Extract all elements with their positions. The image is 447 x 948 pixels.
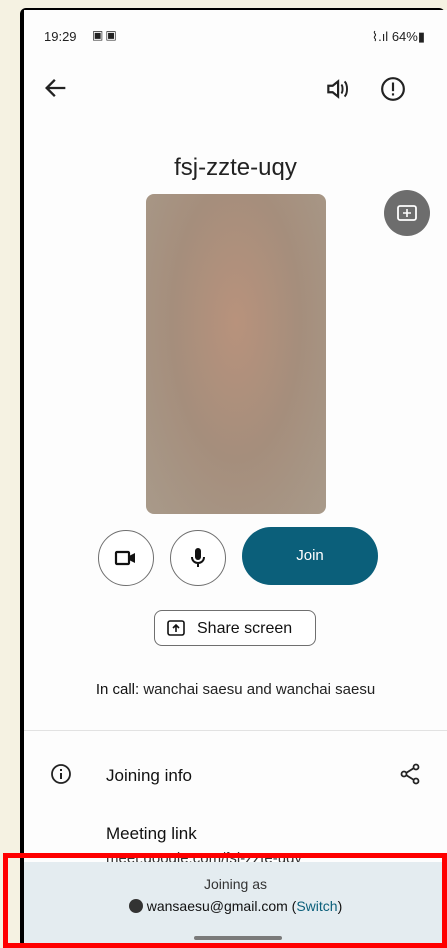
join-button[interactable]: Join [242,527,378,585]
switch-camera-button[interactable] [384,190,430,236]
info-icon [51,764,71,784]
joining-info-heading: Joining info [106,766,193,785]
account-line: wansaesu@gmail.com (Switch) [24,898,447,914]
status-bar: 19:29 ▣▣ ⌇.ıl 64%▮ [24,10,447,50]
back-arrow-icon[interactable] [42,74,70,102]
share-icon[interactable] [398,762,422,786]
meeting-link-label: Meeting link [106,824,197,843]
video-camera-icon [114,550,135,566]
battery-icon: ▮ [417,29,425,44]
in-call-prefix: In call: [95,681,140,698]
switch-camera-icon [397,205,417,221]
avatar [128,899,143,913]
gesture-handle [194,936,282,940]
signal-icon: ⌇.ıl [371,29,392,44]
camera-toggle-button[interactable] [98,530,154,586]
status-time: 19:29 [44,29,77,44]
camera-preview [146,194,326,514]
joining-as-label: Joining as [203,876,268,892]
joining-as-panel: Joining as wansaesu@gmail.com (Switch) [24,862,447,948]
share-screen-label: Share screen [197,620,293,637]
report-problem-icon[interactable] [380,76,406,102]
microphone-icon [191,548,205,567]
top-bar [24,70,447,110]
meeting-code: fsj-zzte-uqy [174,154,297,181]
account-email: wansaesu@gmail.com [146,898,288,914]
in-call-participants: wanchai saesu and wanchai saesu [143,681,376,698]
notification-icons: ▣▣ [92,28,119,42]
share-screen-button[interactable]: Share screen [154,610,316,646]
microphone-toggle-button[interactable] [170,530,226,586]
present-screen-icon [167,620,185,636]
switch-account-link[interactable]: Switch [296,898,337,914]
speaker-icon[interactable] [324,76,350,102]
in-call-text: In call: wanchai saesu and wanchai saesu [24,681,447,698]
meet-prejoin-screen: 19:29 ▣▣ ⌇.ıl 64%▮ fsj-zzte-uqy Join Sha… [24,10,447,948]
divider [24,730,447,731]
battery-level: 64% [391,29,418,44]
status-right: ⌇.ıl 64%▮ [372,29,425,45]
